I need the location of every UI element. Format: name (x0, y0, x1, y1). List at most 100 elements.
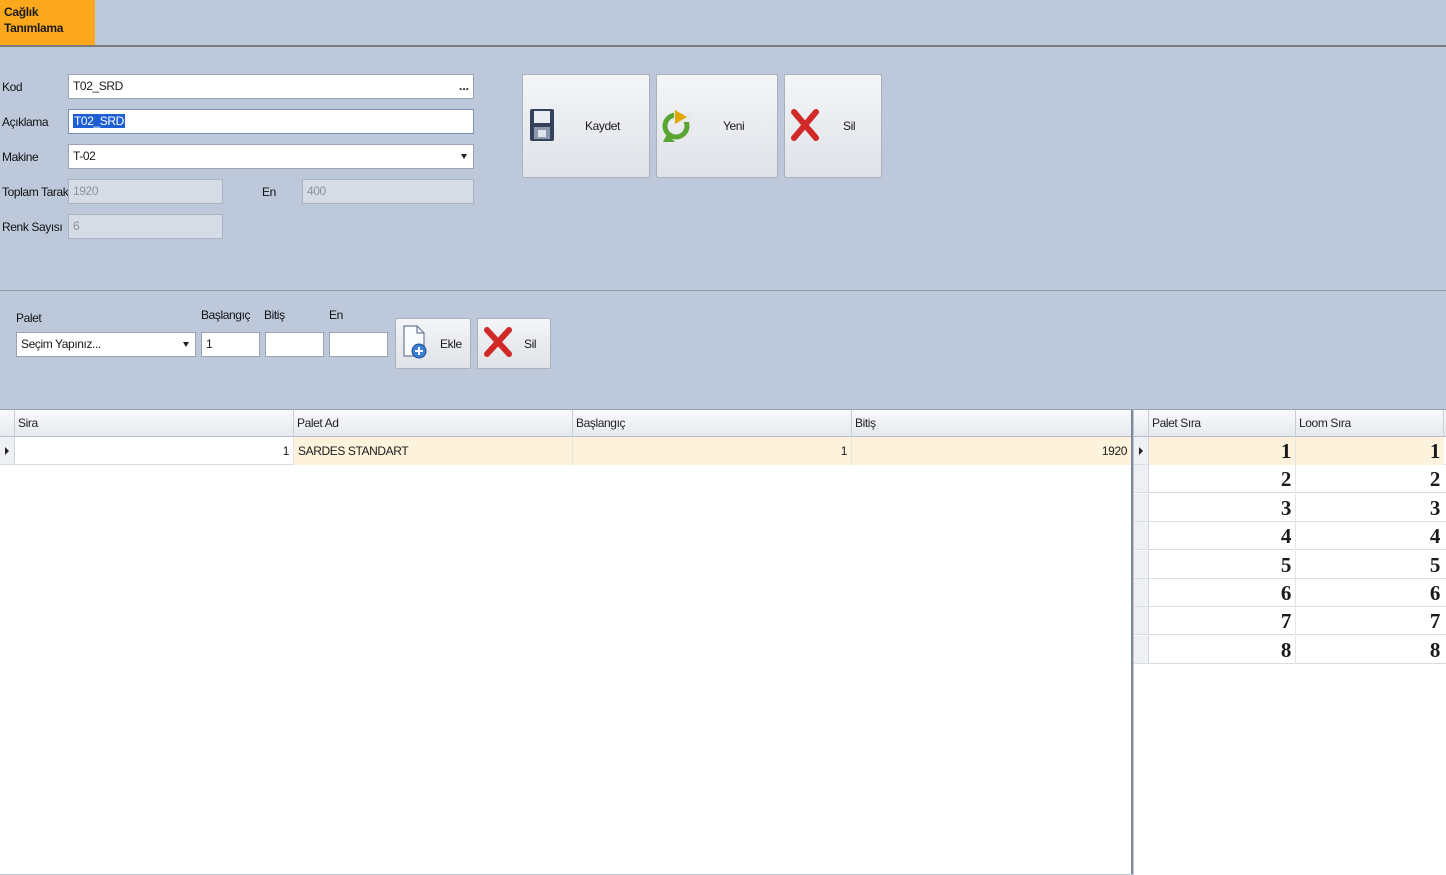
baslangic-field[interactable]: 1 (201, 332, 260, 357)
row-indicator (1134, 465, 1149, 493)
table-row[interactable]: 22 (1134, 465, 1446, 494)
palet-en-field[interactable] (329, 332, 388, 357)
kaydet-label: Kaydet (585, 119, 620, 133)
palet-sil-button[interactable]: Sil (477, 318, 551, 369)
col-sira[interactable]: Sira (15, 410, 294, 437)
cell-palet-sira: 8 (1149, 635, 1296, 664)
cell-loom-sira: 2 (1429, 467, 1441, 492)
renk-sayisi-value: 6 (73, 219, 80, 233)
cell-loom-sira: 8 (1429, 637, 1441, 662)
tab-label-line2: Tanımlama (4, 21, 64, 35)
renk-sayisi-label: Renk Sayısı (2, 220, 63, 234)
row-indicator (1134, 607, 1149, 635)
baslangic-label: Başlangıç (201, 308, 251, 322)
table-row[interactable]: 88 (1134, 635, 1446, 664)
palet-value: Seçim Yapınız... (21, 337, 101, 351)
kaydet-button[interactable]: Kaydet (522, 74, 650, 178)
bitis-label: Bitiş (264, 308, 285, 322)
loom-grid[interactable]: Palet Sıra Loom Sıra 1122334455667788 (1134, 409, 1446, 875)
save-disk-icon (529, 108, 555, 145)
table-row[interactable]: 44 (1134, 522, 1446, 551)
en-value: 400 (307, 184, 326, 198)
renk-sayisi-field: 6 (68, 214, 223, 239)
cell-bitis: 1920 (852, 437, 1131, 465)
palet-grid[interactable]: Sira Palet Ad Başlangıç Bitiş 1 SARDES S… (0, 409, 1133, 874)
row-indicator (1134, 550, 1149, 578)
cell-sira: 1 (15, 437, 294, 465)
tab-cagliktanimlama[interactable]: Cağlık Tanımlama (0, 0, 95, 45)
col-loom-sira[interactable]: Loom Sıra (1296, 410, 1444, 437)
loom-grid-header: Palet Sıra Loom Sıra (1134, 410, 1446, 437)
row-indicator (1134, 493, 1149, 521)
table-row[interactable]: 11 (1134, 437, 1446, 465)
tab-divider (0, 45, 1446, 47)
cell-baslangic: 1 (573, 437, 852, 465)
row-indicator (1134, 579, 1149, 606)
kod-value: T02_SRD (73, 79, 123, 93)
en-label: En (262, 185, 276, 199)
palet-grid-header: Sira Palet Ad Başlangıç Bitiş (0, 410, 1131, 437)
makine-value: T-02 (73, 149, 96, 163)
cell-palet-sira: 5 (1149, 550, 1296, 579)
cell-loom-sira: 5 (1429, 552, 1441, 577)
table-row[interactable]: 77 (1134, 607, 1446, 636)
row-indicator (0, 437, 15, 464)
table-row[interactable]: 1 SARDES STANDART 1 1920 (0, 437, 1131, 465)
aciklama-label: Açıklama (2, 115, 49, 129)
col-baslangic[interactable]: Başlangıç (573, 410, 852, 437)
current-row-icon (5, 447, 9, 455)
section-divider (0, 290, 1446, 291)
yeni-label: Yeni (723, 119, 745, 133)
row-indicator (1134, 437, 1149, 464)
cell-loom-sira: 3 (1429, 495, 1441, 520)
palet-label: Palet (16, 311, 42, 325)
cell-palet-ad: SARDES STANDART (294, 437, 573, 465)
kod-field[interactable]: T02_SRD ... (68, 74, 474, 99)
chevron-down-icon[interactable] (461, 154, 467, 159)
makine-select[interactable]: T-02 (68, 144, 474, 169)
en-field: 400 (302, 179, 474, 204)
baslangic-value: 1 (206, 337, 213, 351)
table-row[interactable]: 55 (1134, 550, 1446, 579)
col-palet-ad[interactable]: Palet Ad (294, 410, 573, 437)
refresh-icon (661, 108, 693, 145)
col-palet-sira[interactable]: Palet Sıra (1149, 410, 1296, 437)
ekle-label: Ekle (440, 336, 462, 351)
cell-loom-sira: 6 (1429, 581, 1441, 605)
row-indicator (1134, 522, 1149, 550)
palet-select[interactable]: Seçim Yapınız... (16, 332, 196, 357)
palet-sil-label: Sil (524, 336, 537, 351)
bitis-field[interactable] (265, 332, 324, 357)
sil-label: Sil (843, 119, 856, 133)
kod-label: Kod (2, 80, 23, 94)
yeni-button[interactable]: Yeni (656, 74, 778, 178)
cell-palet-sira: 4 (1149, 522, 1296, 551)
table-row[interactable]: 66 (1134, 579, 1446, 607)
chevron-down-icon[interactable] (183, 342, 189, 347)
toplam-tarak-value: 1920 (73, 184, 99, 198)
palet-en-label: En (329, 308, 343, 322)
makine-label: Makine (2, 150, 39, 164)
ekle-button[interactable]: Ekle (395, 318, 471, 369)
cell-loom-sira: 4 (1429, 524, 1441, 549)
sil-button[interactable]: Sil (784, 74, 882, 178)
kod-browse-button[interactable]: ... (459, 75, 469, 98)
cell-palet-sira: 7 (1149, 607, 1296, 636)
aciklama-field[interactable]: T02_SRD (68, 109, 474, 134)
col-bitis[interactable]: Bitiş (852, 410, 1131, 437)
table-row[interactable]: 33 (1134, 493, 1446, 522)
cell-loom-sira: 1 (1296, 437, 1444, 465)
current-row-icon (1139, 447, 1143, 455)
cell-palet-sira: 1 (1149, 437, 1296, 465)
row-indicator (1134, 635, 1149, 663)
row-indicator-header (0, 410, 15, 437)
add-document-icon (402, 325, 428, 362)
toplam-tarak-field: 1920 (68, 179, 223, 204)
cell-palet-sira: 6 (1149, 579, 1296, 607)
delete-x-icon (484, 326, 512, 361)
cell-loom-sira: 7 (1429, 609, 1441, 634)
row-indicator-header (1134, 410, 1149, 437)
aciklama-value: T02_SRD (73, 114, 125, 128)
cell-palet-sira: 3 (1149, 493, 1296, 522)
toplam-tarak-label: Toplam Tarak (2, 185, 69, 199)
